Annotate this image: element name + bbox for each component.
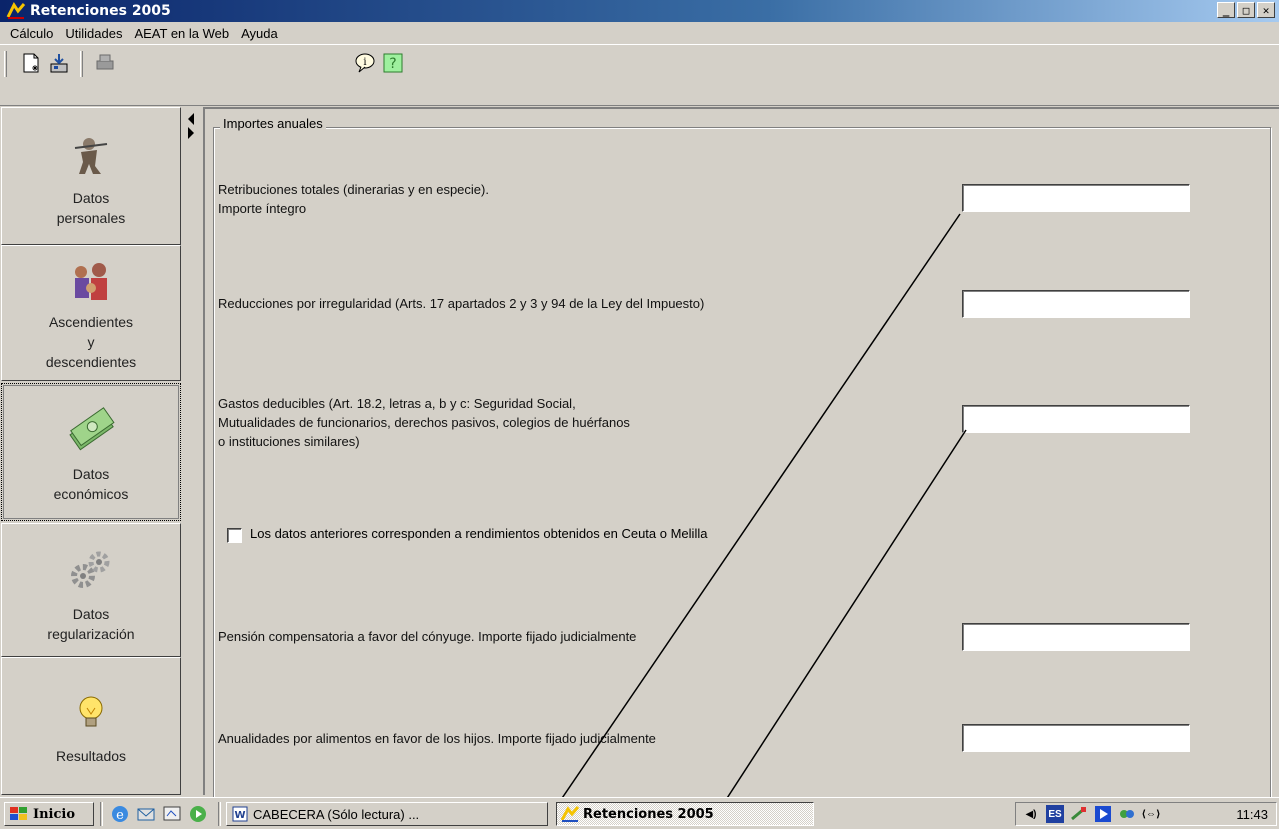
print-icon[interactable] [92,50,118,76]
window-title: Retenciones 2005 [30,3,171,19]
gears-icon [71,551,110,588]
media-tray-icon[interactable] [1094,805,1112,823]
label-line: Retribuciones totales (dinerarias y en e… [218,182,489,197]
nav-label: regularización [47,626,135,642]
system-tray: ◀) ES ⟨⇔⟩ 11:43 [1015,802,1277,826]
task-label: Retenciones 2005 [583,806,714,822]
title-bar: Retenciones 2005 _ □ ✕ [0,0,1279,22]
label-line: Importe íntegro [218,201,307,216]
start-button[interactable]: Inicio [4,802,94,826]
aeat-app-icon [561,806,579,822]
windows-flag-icon [10,807,27,820]
svg-text:?: ? [389,56,396,72]
menu-calculo[interactable]: Cálculo [4,26,59,41]
menu-utilidades[interactable]: Utilidades [59,26,128,41]
menu-ayuda[interactable]: Ayuda [235,26,284,41]
task-cabecera[interactable]: W CABECERA (Sólo lectura) ... [226,802,548,826]
nav-ascendientes-descendientes[interactable]: Ascendientes y descendientes [1,245,181,381]
toolbar-grip [4,51,7,77]
svg-text:i: i [363,57,366,68]
aeat-app-icon [6,2,26,20]
group-legend: Importes anuales [220,116,326,131]
ceuta-melilla-label[interactable]: Los datos anteriores corresponden a rend… [250,526,707,541]
pension-compensatoria-input[interactable] [962,623,1190,651]
network-icon[interactable] [1070,805,1088,823]
sidebar-nav: Datos personales Ascendientes y descendi… [0,107,183,795]
nav-datos-economicos[interactable]: Datos económicos [1,383,181,521]
field-label-anualidades: Anualidades por alimentos en favor de lo… [218,731,656,746]
taskbar: Inicio e W CABECERA (Sólo lectura) ... R… [0,797,1279,829]
toolbar-separator [80,51,83,77]
family-icon [75,263,107,300]
maximize-button[interactable]: □ [1237,2,1255,18]
field-label-reducciones: Reducciones por irregularidad (Arts. 17 … [218,296,705,311]
svg-text:W: W [234,810,245,821]
minimize-button[interactable]: _ [1217,2,1235,18]
help-icon[interactable]: ? [380,50,406,76]
label-line: Mutualidades de funcionarios, derechos p… [218,415,630,430]
nav-label: descendientes [45,354,137,370]
collapse-toggle-icon[interactable] [185,111,197,141]
nav-label: económicos [53,486,129,502]
outlook-express-icon[interactable] [136,804,156,824]
nav-label: Resultados [55,748,127,764]
media-player-icon[interactable] [188,804,208,824]
label-line: Gastos deducibles (Art. 18.2, letras a, … [218,396,576,411]
nav-label: y [87,334,95,350]
internet-explorer-icon[interactable]: e [110,804,130,824]
gastos-deducibles-input[interactable] [962,405,1190,433]
svg-text:e: e [116,808,124,823]
label-line: o instituciones similares) [218,434,360,449]
task-retenciones[interactable]: Retenciones 2005 [556,802,814,826]
word-document-icon: W [232,806,248,822]
money-icon [69,407,115,451]
ceuta-melilla-checkbox[interactable] [227,528,242,543]
nav-resultados[interactable]: Resultados [1,657,181,795]
nav-label: Ascendientes [48,314,134,330]
menu-aeat-web[interactable]: AEAT en la Web [128,26,235,41]
messenger-icon[interactable] [1118,805,1136,823]
nav-label: Datos [72,190,110,206]
close-button[interactable]: ✕ [1257,2,1275,18]
taskbar-separator [218,802,221,826]
show-desktop-icon[interactable] [162,804,182,824]
task-label: CABECERA (Sólo lectura) ... [253,806,420,822]
menu-bar: Cálculo Utilidades AEAT en la Web Ayuda [0,22,1279,44]
toolbar: i ? [0,44,1279,106]
importes-anuales-group [213,127,1271,807]
connection-icon[interactable]: ⟨⇔⟩ [1141,805,1160,823]
retribuciones-input[interactable] [962,184,1190,212]
nav-label: Datos [72,606,110,622]
nav-datos-personales[interactable]: Datos personales [1,107,181,245]
new-document-icon[interactable] [18,50,44,76]
anualidades-alimentos-input[interactable] [962,724,1190,752]
field-label-retribuciones: Retribuciones totales (dinerarias y en e… [218,180,489,218]
info-balloon-icon[interactable]: i [352,50,378,76]
start-label: Inicio [33,806,75,822]
nav-datos-regularizacion[interactable]: Datos regularización [1,523,181,657]
field-label-pension: Pensión compensatoria a favor del cónyug… [218,629,637,644]
clock: 11:43 [1236,807,1268,822]
volume-icon[interactable]: ◀) [1022,805,1040,823]
nav-label: personales [56,210,126,226]
import-data-icon[interactable] [46,50,72,76]
nav-label: Datos [72,466,110,482]
worker-icon [74,138,108,174]
language-indicator[interactable]: ES [1046,805,1064,823]
lightbulb-icon [79,696,103,727]
taskbar-separator [100,802,103,826]
reducciones-input[interactable] [962,290,1190,318]
field-label-gastos-deducibles: Gastos deducibles (Art. 18.2, letras a, … [218,394,630,451]
